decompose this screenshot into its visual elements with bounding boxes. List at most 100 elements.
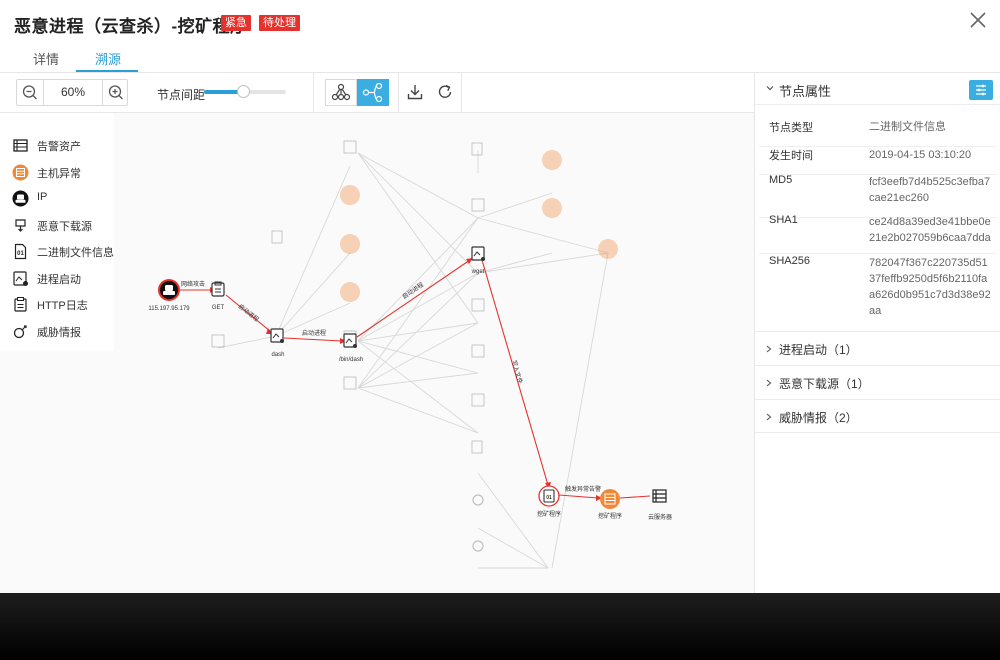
faded-process-node [471,344,485,358]
legend-label: 主机异常 [37,168,81,180]
legend-item-threat-intel: 威胁情报 [12,322,112,342]
download-button[interactable] [405,82,425,102]
node-properties-panel: 节点属性 节点类型 二进制文件信息 发生时间 2019-04-15 03:10:… [754,73,1000,593]
toolbar-divider [398,73,399,113]
zoom-in-icon [108,85,123,100]
zoom-value[interactable]: 60% [43,80,103,105]
list-settings-icon [976,84,986,96]
download-icon [407,85,423,100]
process-start-icon [13,271,28,286]
property-row-md5: MD5 fcf3eefb7d4b525c3efba7cae21ec260 [759,174,997,218]
chevron-right-icon [766,379,772,387]
zoom-out-button[interactable] [17,80,43,105]
property-value: 2019-04-15 03:10:20 [869,149,972,161]
toolbar-divider [313,73,314,113]
miner-binary-node[interactable]: 01 挖矿程序 [537,485,561,518]
edge-start-process-2 [283,337,343,342]
property-row-node-type: 节点类型 二进制文件信息 [759,119,997,147]
trace-graph-panel: 60% 节点间距 网络攻击 启动进程 启动进程 启动进程 写入文件 触发异常告警… [0,73,754,593]
refresh-icon [438,84,452,98]
bottom-shadow [0,593,1000,660]
threat-intel-icon [13,325,27,339]
faded-threat-node [472,540,484,552]
legend-label: 威胁情报 [37,327,81,339]
properties-menu-button[interactable] [969,80,993,100]
faded-process-node [211,334,225,348]
miner-node-label: 挖矿程序 [537,510,561,518]
node-properties-header[interactable]: 节点属性 [755,73,1000,105]
property-row-sha256: SHA256 782047f367c220735d5137feffb9250d5… [759,255,997,331]
edge-asset-link [619,495,651,499]
ip-icon [12,190,29,207]
section-process-start[interactable]: 进程启动（1） [755,331,1000,365]
close-button[interactable] [966,8,990,32]
tab-details[interactable]: 详情 [33,49,59,73]
http-log-node[interactable]: GET [211,281,225,311]
edge-label-network-attack: 网络攻击 [181,280,205,288]
legend-item-download-source: 恶意下载源 [12,216,112,236]
tree-layout-icon [331,83,351,101]
property-value[interactable]: 782047f367c220735d5137feffb9250d5f6b2110… [869,255,991,319]
edge-label-start-process-2: 启动进程 [302,329,326,337]
graph-toolbar: 60% 节点间距 [0,73,754,113]
legend-label: 二进制文件信息 [37,247,114,259]
bin-dash-process-node[interactable]: /bin/dash [339,333,363,363]
asset-icon [13,139,28,152]
property-value: 二进制文件信息 [869,121,946,133]
property-row-sha1: SHA1 ce24d8a39ed3e41bbe0e21e2b027059b6ca… [759,214,997,254]
wget-node-label: wget [471,269,485,275]
host-anomaly-node-label: 挖矿程序 [598,512,622,520]
tab-bar: 详情 溯源 [0,44,1000,73]
toolbar-divider [461,73,462,113]
page-title: 恶意进程（云查杀）-挖矿程序 [14,17,248,36]
graph-layout-button[interactable] [357,79,389,106]
property-key: SHA256 [769,255,810,267]
asset-node[interactable]: 云服务器 [648,489,672,521]
legend-label: HTTP日志 [37,300,88,312]
faded-download-node [471,440,483,454]
legend-item-asset: 告警资产 [12,136,112,156]
dialog-header: 恶意进程（云查杀）-挖矿程序 紧急 待处理 [0,0,1000,44]
legend-item-binary-file: 01 二进制文件信息 [12,242,114,262]
property-value[interactable]: fcf3eefb7d4b525c3efba7cae21ec260 [869,174,991,206]
faded-host-node [598,239,618,259]
faded-process-node [343,140,357,154]
property-row-time: 发生时间 2019-04-15 03:10:20 [759,147,997,175]
legend-label: 进程启动 [37,274,81,286]
legend-item-ip: IP [12,189,112,209]
graph-layout-icon [362,82,383,103]
highlighted-edges [180,259,651,499]
get-node-label: GET [212,305,225,311]
property-value[interactable]: ce24d8a39ed3e41bbe0e21e2b027059b6caa7dda [869,214,991,246]
faded-process-node [471,298,485,312]
dash-node-label: dash [271,352,284,358]
node-spacing-label: 节点间距 [157,88,206,102]
node-spacing-slider[interactable] [204,85,286,98]
legend-item-host-anomaly: 主机异常 [12,163,112,183]
host-anomaly-node[interactable]: 挖矿程序 [598,489,622,520]
slider-thumb[interactable] [237,85,251,98]
faded-process-node [343,376,357,390]
binary-file-icon: 01 [14,243,27,260]
faded-host-node [340,185,360,205]
section-download-source[interactable]: 恶意下载源（1） [755,365,1000,399]
zoom-in-button[interactable] [103,80,129,105]
edge-label-write-file: 写入文件 [510,359,524,384]
faded-threat-node [472,494,484,506]
dash-process-node[interactable]: dash [270,328,285,358]
asset-icon [652,489,667,503]
tree-layout-button[interactable] [325,79,357,106]
faded-process-node [471,393,485,407]
svg-text:01: 01 [546,495,552,501]
ip-node-label: 115.197.95.179 [148,306,190,312]
svg-text:01: 01 [17,251,24,257]
faded-download-node [271,230,283,244]
status-badge: 待处理 [259,15,300,31]
legend-label: 告警资产 [37,141,81,153]
section-threat-intel[interactable]: 威胁情报（2） [755,399,1000,433]
urgent-badge: 紧急 [221,15,251,31]
chevron-down-icon [766,86,774,91]
edge-label-trigger-anomaly: 触发异常告警 [565,485,601,493]
refresh-button[interactable] [435,82,455,102]
zoom-out-icon [22,85,37,100]
